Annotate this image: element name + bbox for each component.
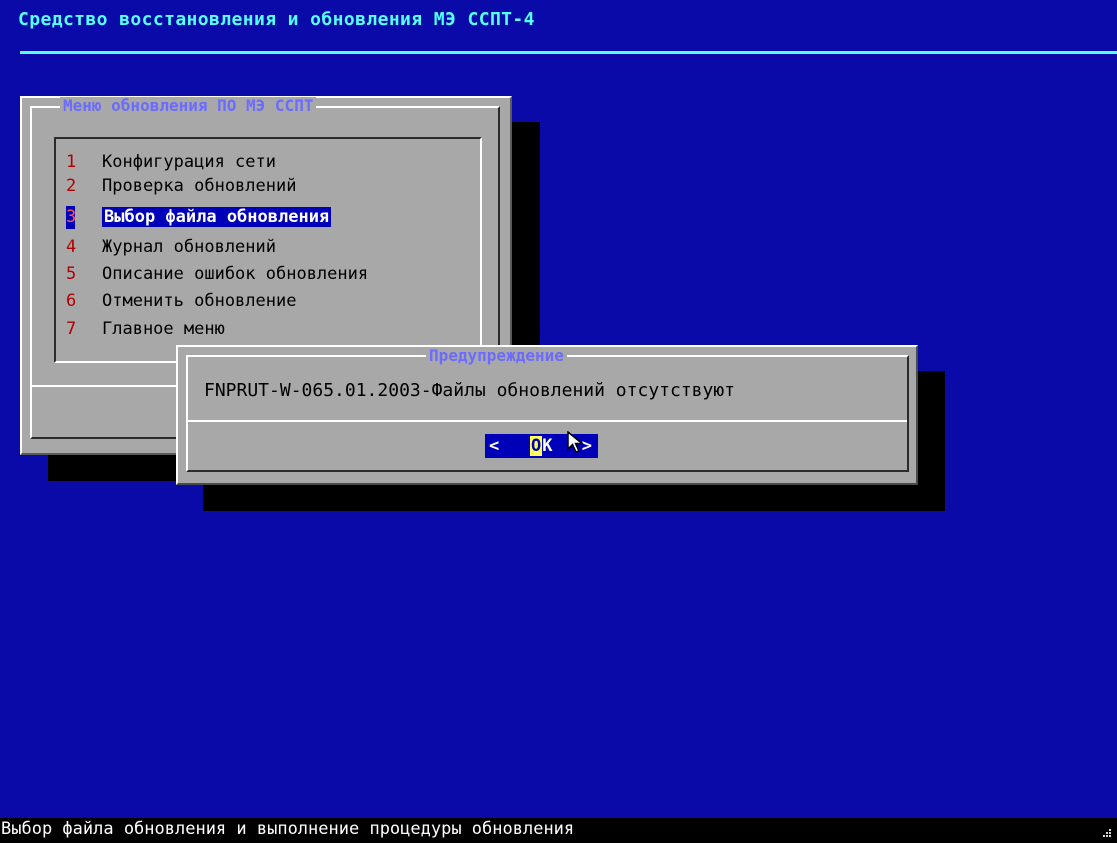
warning-dialog: Предупреждение FNPRUT-W-065.01.2003-Файл… bbox=[176, 345, 918, 485]
menu-item-label: Проверка обновлений bbox=[102, 176, 297, 196]
dialog-message: FNPRUT-W-065.01.2003-Файлы обновлений от… bbox=[204, 380, 736, 401]
menu-item-label: Выбор файла обновления bbox=[102, 207, 332, 227]
menu-item-main-menu[interactable]: 7 Главное меню bbox=[66, 318, 225, 341]
menu-item-label: Отменить обновление bbox=[102, 291, 297, 311]
dialog-title: Предупреждение bbox=[426, 347, 567, 365]
menu-item-label: Описание ошибок обновления bbox=[102, 264, 369, 284]
menu-item-key: 7 bbox=[66, 319, 77, 339]
menu-item-key: 5 bbox=[66, 264, 77, 284]
menu-item-update-log[interactable]: 4 Журнал обновлений bbox=[66, 236, 276, 259]
menu-item-network-config[interactable]: 1 Конфигурация сети bbox=[66, 151, 276, 174]
mouse-pointer-icon bbox=[567, 431, 585, 453]
menu-item-update-errors[interactable]: 5 Описание ошибок обновления bbox=[66, 263, 368, 286]
menu-item-key: 1 bbox=[66, 152, 77, 172]
menu-item-key: 3 bbox=[66, 206, 77, 229]
ok-button-label-rest: K bbox=[542, 436, 553, 456]
ok-button-left-bracket: < bbox=[489, 436, 500, 456]
menu-item-key: 6 bbox=[66, 291, 77, 311]
menu-item-cancel-update[interactable]: 6 Отменить обновление bbox=[66, 290, 296, 313]
status-bar: Выбор файла обновления и выполнение проц… bbox=[0, 818, 1117, 843]
terminal-screen: Средство восстановления и обновления МЭ … bbox=[0, 0, 1117, 843]
ok-button-hotkey: O bbox=[530, 436, 543, 456]
menu-item-key: 2 bbox=[66, 176, 77, 196]
menu-item-key: 4 bbox=[66, 237, 77, 257]
menu-item-label: Журнал обновлений bbox=[102, 237, 276, 257]
status-text: Выбор файла обновления и выполнение проц… bbox=[1, 819, 575, 839]
app-title: Средство восстановления и обновления МЭ … bbox=[18, 9, 535, 30]
ok-button-label: OK bbox=[530, 434, 553, 458]
dialog-divider bbox=[188, 420, 907, 422]
menu-item-label: Конфигурация сети bbox=[102, 152, 276, 172]
menu-item-label: Главное меню bbox=[102, 319, 225, 339]
title-rule bbox=[20, 51, 1117, 54]
menu-item-select-update-file[interactable]: 3 Выбор файла обновления bbox=[66, 206, 332, 229]
menu-title: Меню обновления ПО МЭ ССПТ bbox=[60, 97, 317, 115]
resize-grip-icon bbox=[1103, 829, 1111, 837]
menu-item-check-updates[interactable]: 2 Проверка обновлений bbox=[66, 175, 296, 198]
